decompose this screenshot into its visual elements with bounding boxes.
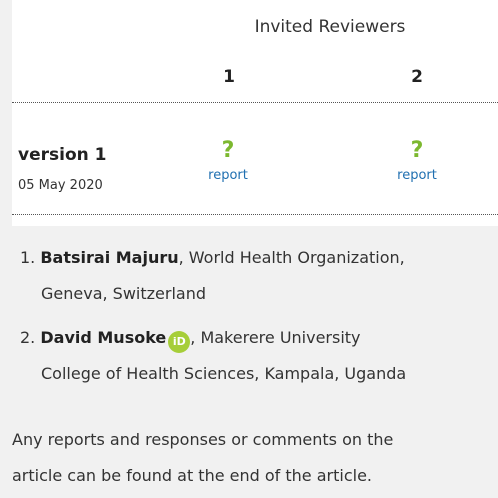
footer-line-2: article can be found at the end of the a… [12,466,372,485]
reviewer-affiliation-cont: College of Health Sciences, Kampala, Uga… [41,364,407,383]
reviewer-affiliation: , Makerere University [190,328,361,347]
reviewer-number: 1. [20,248,36,267]
reviewer-item-2: 2. David Musoke iD, Makerere University C… [20,320,490,392]
invited-reviewers-heading: Invited Reviewers [254,17,406,37]
orcid-icon[interactable]: iD [168,331,191,353]
footer-note: Any reports and responses or comments on… [12,422,498,494]
review-cell-1: ? report [188,138,268,184]
review-cell-2: ? report [377,138,457,184]
reviewer-column-1: 1 [223,67,235,87]
reviewer-column-2: 2 [411,67,423,87]
report-link-2[interactable]: report [377,168,457,183]
version-label: version 1 [18,145,107,165]
question-mark-icon: ? [410,138,424,163]
reviewer-list: 1. Batsirai Majuru, World Health Organiz… [20,240,490,400]
question-mark-icon: ? [221,138,235,163]
reviewer-number: 2. [20,328,36,347]
reviewer-item-1: 1. Batsirai Majuru, World Health Organiz… [20,240,490,312]
reviewer-affiliation: , World Health Organization, [178,248,405,267]
footer-line-1: Any reports and responses or comments on… [12,430,394,449]
report-link-1[interactable]: report [188,168,268,183]
reviewer-name: Batsirai Majuru [40,248,179,267]
version-date: 05 May 2020 [18,178,103,193]
divider [12,102,498,103]
divider [12,214,498,215]
reviewer-name: David Musoke [40,328,167,347]
reviewer-affiliation-cont: Geneva, Switzerland [41,284,206,303]
